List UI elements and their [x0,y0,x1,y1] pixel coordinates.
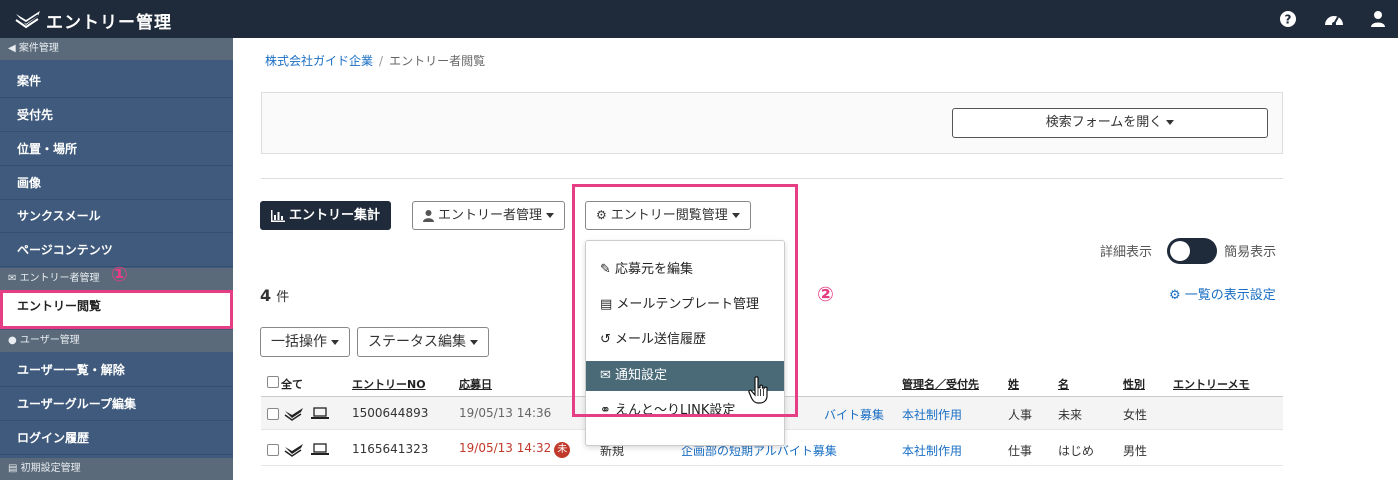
entrant-management-button[interactable]: エントリー者管理 [412,201,566,230]
branch-link[interactable]: 本社制作用 [902,406,962,423]
bulk-operations-button[interactable]: 一括操作 [260,327,350,357]
sidebar-item-entry-view[interactable]: エントリー閲覧 [0,290,233,329]
caret-down-icon [331,339,339,345]
logo-icon [284,444,303,457]
status-edit-button[interactable]: ステータス編集 [357,327,489,357]
result-count: 4 件 [260,286,290,305]
app-title: エントリー管理 [46,13,172,33]
book-icon: ▤ [8,463,21,474]
th-apply-date[interactable]: 応募日 [459,376,492,392]
sidebar-section-user: ● ユーザー管理 [0,330,233,352]
detail-display-label: 詳細表示 [1100,245,1153,260]
simple-display-label: 簡易表示 [1224,245,1277,260]
person-icon [423,209,434,222]
select-all-checkbox[interactable] [267,376,279,388]
sidebar-item-case[interactable]: 案件 [0,65,233,98]
entry-no: 1500644893 [352,406,429,420]
sidebar-item-user-group[interactable]: ユーザーグループ編集 [0,388,233,421]
logo-icon [15,11,40,29]
megaphone-icon: ◀ [8,43,19,54]
toggle-knob [1170,241,1190,261]
sidebar-item-location[interactable]: 位置・場所 [0,133,233,166]
entry-no: 1165641323 [352,442,429,456]
laptop-icon [311,443,329,455]
breadcrumb: 株式会社ガイド企業 / エントリー者閲覧 [265,52,485,69]
sidebar-item-login-history[interactable]: ログイン履歴 [0,422,233,455]
sidebar-item-thanks-mail[interactable]: サンクスメール [0,200,233,233]
th-entry-no[interactable]: エントリーNO [352,376,426,392]
row-checkbox[interactable] [267,444,279,456]
th-first-name[interactable]: 名 [1058,376,1069,392]
first-name: 未来 [1058,408,1083,422]
caret-down-icon [1166,120,1175,125]
th-last-name[interactable]: 姓 [1008,376,1019,392]
breadcrumb-company[interactable]: 株式会社ガイド企業 [265,54,373,68]
row-checkbox[interactable] [267,408,279,420]
first-name: はじめ [1058,444,1095,458]
breadcrumb-current: エントリー者閲覧 [389,54,486,68]
user-icon[interactable] [1369,10,1387,28]
help-icon[interactable]: ? [1279,10,1297,28]
gender: 女性 [1123,408,1148,422]
sidebar-item-reception[interactable]: 受付先 [0,99,233,132]
entry-stats-button[interactable]: エントリー集計 [260,201,392,230]
caret-down-icon [546,213,555,218]
main-content: 株式会社ガイド企業 / エントリー者閲覧 検索フォームを開く エントリー集計 エント… [233,38,1398,480]
th-branch[interactable]: 管理名／受付先 [902,376,979,392]
unread-badge: 未 [554,442,571,458]
list-display-settings-link[interactable]: ⚙ 一覧の表示設定 [1169,284,1276,303]
sidebar-item-user-list[interactable]: ユーザー一覧・解除 [0,354,233,387]
th-entry-memo[interactable]: エントリーメモ [1173,376,1250,392]
laptop-icon [311,407,329,419]
bar-chart-icon [271,209,285,222]
gender: 男性 [1123,444,1148,458]
svg-text:?: ? [1285,13,1292,27]
annotation-mark-2: ② [817,282,834,306]
sidebar-section-case: ◀ 案件管理 [0,38,233,60]
caret-down-icon [470,339,478,345]
display-mode-toggle[interactable] [1167,238,1217,264]
dashboard-icon[interactable] [1323,10,1345,28]
top-bar: エントリー管理 ? [0,0,1398,38]
annotation-mark-1: ① [111,262,128,286]
gear-icon: ⚙ [1169,288,1185,303]
divider [261,178,1283,179]
hand-cursor-icon [748,376,768,404]
sidebar: ◀ 案件管理 案件 受付先 位置・場所 画像 サンクスメール ページコンテンツ … [0,38,233,480]
job-link[interactable]: バイト募集 [824,406,884,423]
logo-icon [284,408,303,421]
th-gender[interactable]: 性別 [1123,376,1145,392]
mail-icon: ✉ [8,273,20,284]
th-all: 全て [281,378,303,391]
search-panel: 検索フォームを開く [261,92,1283,154]
open-search-form-button[interactable]: 検索フォームを開く [952,108,1268,138]
last-name: 仕事 [1008,444,1033,458]
person-icon: ● [8,335,20,346]
apply-date: 19/05/13 14:32 未 [459,441,571,458]
sidebar-item-image[interactable]: 画像 [0,167,233,200]
last-name: 人事 [1008,408,1033,422]
breadcrumb-separator: / [379,54,384,68]
branch-link[interactable]: 本社制作用 [902,442,962,459]
sidebar-section-initial: ▤ 初期設定管理 [0,458,233,480]
apply-date: 19/05/13 14:36 [459,406,552,420]
